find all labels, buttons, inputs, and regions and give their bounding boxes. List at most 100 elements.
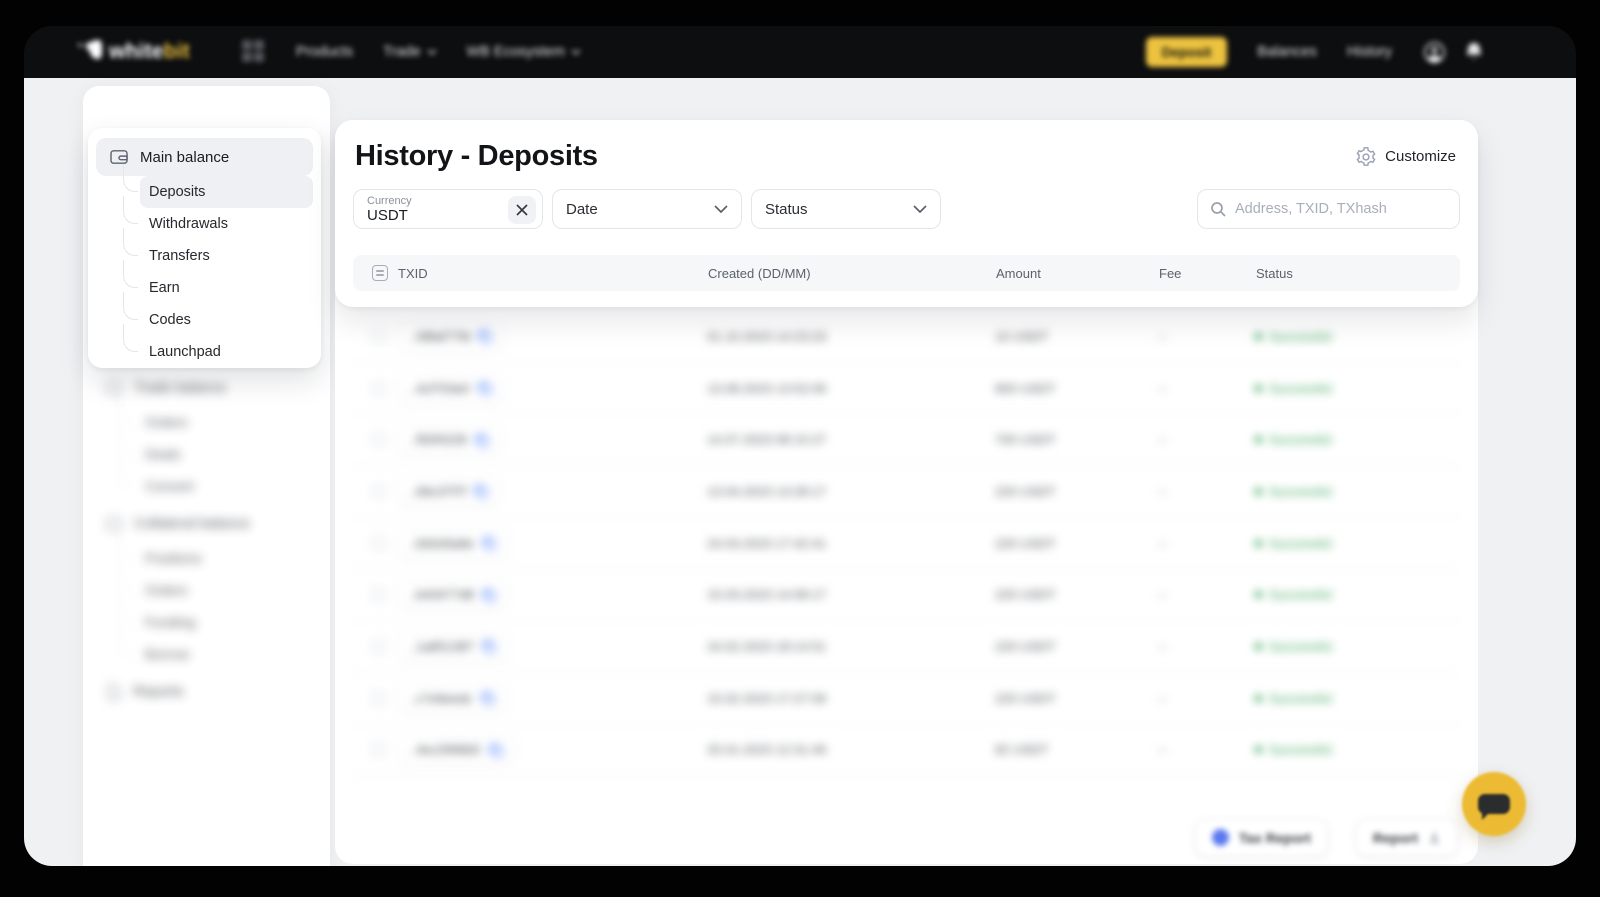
nav-history[interactable]: History bbox=[1347, 44, 1392, 60]
copy-icon[interactable] bbox=[481, 691, 495, 705]
copy-icon[interactable] bbox=[478, 381, 492, 395]
whitebit-logo[interactable]: whitebit bbox=[74, 37, 190, 68]
sidebar-item-launchpad[interactable]: Launchpad bbox=[140, 336, 313, 368]
amount-cell: 82 USDT bbox=[995, 742, 1158, 757]
chevron-down-icon bbox=[427, 49, 437, 55]
status-badge: Successful bbox=[1269, 484, 1332, 499]
chevron-down-icon bbox=[714, 205, 728, 213]
clear-currency-button[interactable] bbox=[508, 196, 536, 224]
copy-icon[interactable] bbox=[482, 639, 496, 653]
row-checkbox[interactable] bbox=[371, 536, 386, 551]
txid-cell[interactable]: ..f92f4228 bbox=[397, 425, 501, 454]
report-button[interactable]: Report bbox=[1356, 819, 1458, 856]
fee-cell: -- bbox=[1158, 381, 1255, 396]
table-row[interactable]: ..4cf703e0 13.08.2023 13:52:09 800 USDT … bbox=[353, 363, 1460, 415]
txid-text: ..08faf77fd bbox=[409, 329, 470, 344]
amount-cell: 220 USDT bbox=[995, 587, 1158, 602]
notifications-bell-icon[interactable] bbox=[1462, 40, 1486, 64]
sidebar-item-orders-2[interactable]: Orders bbox=[136, 574, 322, 606]
sidebar-item-funding[interactable]: Funding bbox=[136, 606, 322, 638]
table-row[interactable]: ..f92f4228 14.07.2023 08:15:27 700 USDT … bbox=[353, 414, 1460, 466]
copy-icon[interactable] bbox=[475, 433, 489, 447]
sidebar-item-positions[interactable]: Positions bbox=[136, 542, 322, 574]
select-rows-icon[interactable] bbox=[372, 265, 388, 281]
table-body: ..08faf77fd 01.10.2023 14:23:23 10 USDT … bbox=[353, 311, 1460, 776]
status-dot-icon bbox=[1255, 385, 1262, 392]
search-box[interactable] bbox=[1197, 189, 1460, 229]
customize-button[interactable]: Customize bbox=[1356, 147, 1456, 167]
status-filter[interactable]: Status bbox=[751, 189, 941, 229]
sidebar-item-label: Withdrawals bbox=[149, 216, 228, 232]
nav-wb-ecosystem[interactable]: WB Ecosystem bbox=[467, 44, 581, 60]
status-dot-icon bbox=[1255, 436, 1262, 443]
sidebar-item-reports[interactable]: Reports bbox=[96, 674, 322, 710]
row-checkbox[interactable] bbox=[371, 381, 386, 396]
row-checkbox[interactable] bbox=[371, 742, 386, 757]
copy-icon[interactable] bbox=[489, 743, 503, 757]
txid-cell[interactable]: ..b43477d8 bbox=[397, 580, 508, 609]
filters-row: Currency USDT Date Status bbox=[353, 189, 1460, 229]
sidebar-item-label: Earn bbox=[149, 280, 180, 296]
status-cell: Successful bbox=[1255, 536, 1460, 551]
table-row[interactable]: ..69c37f7f 13.04.2023 13:28:17 220 USDT … bbox=[353, 466, 1460, 518]
sidebar-item-earn[interactable]: Earn bbox=[140, 272, 313, 304]
document-icon bbox=[106, 684, 121, 700]
table-row[interactable]: ..4ec2996b5 25.01.2023 12:31:49 82 USDT … bbox=[353, 725, 1460, 777]
copy-icon[interactable] bbox=[474, 484, 488, 498]
sidebar-item-borrow[interactable]: Borrow bbox=[136, 638, 322, 670]
nav-balances[interactable]: Balances bbox=[1257, 44, 1317, 60]
nav-trade-label: Trade bbox=[383, 44, 420, 60]
sidebar-item-transfers[interactable]: Transfers bbox=[140, 240, 313, 272]
txid-cell[interactable]: ..b92d3a8e bbox=[397, 529, 508, 558]
txid-text: ..69c37f7f bbox=[409, 484, 466, 499]
apps-grid-icon[interactable] bbox=[242, 40, 266, 64]
currency-filter-label: Currency bbox=[367, 195, 498, 207]
sidebar-item-withdrawals[interactable]: Withdrawals bbox=[140, 208, 313, 240]
amount-cell: 220 USDT bbox=[995, 484, 1158, 499]
txid-cell[interactable]: ..c7e9eedc bbox=[397, 684, 507, 713]
search-input[interactable] bbox=[1235, 201, 1447, 217]
close-icon bbox=[515, 203, 529, 217]
txid-cell[interactable]: ..1a851387 bbox=[397, 632, 508, 661]
txid-text: ..b43477d8 bbox=[409, 587, 474, 602]
chat-widget-button[interactable] bbox=[1462, 772, 1526, 836]
sidebar-item-deals[interactable]: Deals bbox=[136, 438, 322, 470]
nav-wb-ecosystem-label: WB Ecosystem bbox=[467, 44, 565, 60]
txid-cell[interactable]: ..69c37f7f bbox=[397, 477, 500, 506]
sidebar-item-orders[interactable]: Orders bbox=[136, 406, 322, 438]
row-checkbox[interactable] bbox=[371, 432, 386, 447]
deposit-button[interactable]: Deposit bbox=[1146, 37, 1228, 67]
sidebar-item-codes[interactable]: Codes bbox=[140, 304, 313, 336]
table-row[interactable]: ..b92d3a8e 24.03.2023 17:42:41 220 USDT … bbox=[353, 518, 1460, 570]
logo-text-bit: bit bbox=[164, 40, 190, 63]
copy-icon[interactable] bbox=[482, 588, 496, 602]
sidebar-item-label: Reports bbox=[133, 684, 184, 700]
user-icon[interactable] bbox=[1422, 40, 1446, 64]
nav-products[interactable]: Products bbox=[296, 44, 353, 60]
currency-filter[interactable]: Currency USDT bbox=[353, 189, 543, 229]
txid-cell[interactable]: ..08faf77fd bbox=[397, 322, 504, 351]
row-checkbox[interactable] bbox=[371, 484, 386, 499]
row-checkbox[interactable] bbox=[371, 329, 386, 344]
tax-report-label: Tax Report bbox=[1239, 830, 1311, 846]
sidebar-item-deposits[interactable]: Deposits bbox=[140, 176, 313, 208]
table-row[interactable]: ..1a851387 24.02.2023 18:14:51 220 USDT … bbox=[353, 621, 1460, 673]
nav-right: Deposit Balances History bbox=[1146, 37, 1486, 67]
status-dot-icon bbox=[1255, 746, 1262, 753]
nav-trade[interactable]: Trade bbox=[383, 44, 436, 60]
table-row[interactable]: ..08faf77fd 01.10.2023 14:23:23 10 USDT … bbox=[353, 311, 1460, 363]
txid-cell[interactable]: ..4ec2996b5 bbox=[397, 735, 515, 764]
txid-cell[interactable]: ..4cf703e0 bbox=[397, 374, 504, 403]
table-row[interactable]: ..c7e9eedc 15.02.2023 17:27:09 220 USDT … bbox=[353, 673, 1460, 725]
copy-icon[interactable] bbox=[482, 536, 496, 550]
table-row[interactable]: ..b43477d8 15.03.2023 14:08:17 220 USDT … bbox=[353, 569, 1460, 621]
tax-report-button[interactable]: Tax Report bbox=[1195, 819, 1328, 856]
row-checkbox[interactable] bbox=[371, 587, 386, 602]
sidebar-item-convert[interactable]: Convert bbox=[136, 470, 322, 502]
date-filter[interactable]: Date bbox=[552, 189, 742, 229]
status-badge: Successful bbox=[1269, 536, 1332, 551]
row-checkbox[interactable] bbox=[371, 639, 386, 654]
main-balance-card: Main balance Deposits Withdrawals Transf… bbox=[88, 128, 321, 368]
copy-icon[interactable] bbox=[478, 329, 492, 343]
row-checkbox[interactable] bbox=[371, 691, 386, 706]
